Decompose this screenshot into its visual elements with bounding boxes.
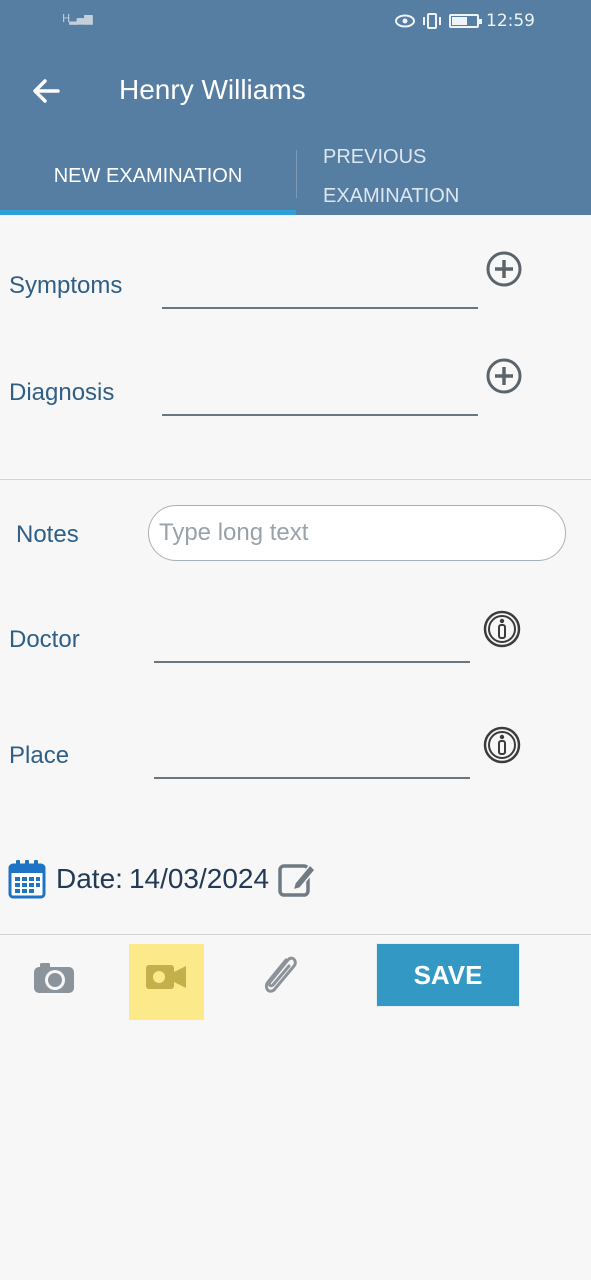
- place-field[interactable]: [154, 777, 470, 779]
- back-arrow-icon[interactable]: [28, 72, 68, 112]
- edit-date-icon[interactable]: [277, 859, 317, 899]
- status-bar: H▂▄▆ 12:59: [0, 0, 591, 46]
- signal-icon: H▂▄▆: [62, 12, 93, 25]
- status-time: 12:59: [486, 11, 535, 31]
- page-title: Henry Williams: [119, 74, 306, 105]
- doctor-info-icon[interactable]: [482, 609, 522, 649]
- notes-input[interactable]: [148, 505, 566, 561]
- tab-new-examination[interactable]: NEW EXAMINATION: [0, 140, 296, 212]
- camera-icon[interactable]: [29, 952, 79, 1002]
- video-camera-icon[interactable]: [141, 952, 191, 1002]
- save-button[interactable]: SAVE: [376, 943, 520, 1007]
- tab-label: NEW EXAMINATION: [53, 164, 243, 187]
- add-symptom-plus-icon[interactable]: [484, 249, 524, 289]
- vibrate-icon: [423, 13, 441, 29]
- tab-previous-examination[interactable]: PREVIOUS EXAMINATION: [298, 138, 498, 210]
- toolbar-divider: [0, 934, 591, 935]
- symptoms-field[interactable]: [162, 307, 478, 309]
- battery-icon: [449, 14, 482, 28]
- date-label: Date:: [56, 863, 123, 894]
- place-label: Place: [9, 742, 70, 769]
- signal-type: H: [62, 12, 70, 25]
- doctor-label: Doctor: [9, 626, 80, 653]
- diagnosis-label: Diagnosis: [9, 379, 115, 406]
- section-divider: [0, 479, 591, 480]
- tab-label: PREVIOUS EXAMINATION: [323, 146, 460, 207]
- date-row: Date: 14/03/2024: [8, 856, 317, 902]
- status-icons: 12:59: [395, 11, 535, 31]
- add-diagnosis-plus-icon[interactable]: [484, 356, 524, 396]
- place-info-icon[interactable]: [482, 725, 522, 765]
- tab-divider: [296, 150, 297, 198]
- paperclip-icon[interactable]: [254, 950, 304, 1000]
- notes-label: Notes: [16, 521, 79, 548]
- tab-active-indicator: [0, 210, 296, 215]
- eye-icon: [395, 14, 415, 28]
- date-value: 14/03/2024: [128, 863, 270, 894]
- diagnosis-field[interactable]: [162, 414, 478, 416]
- symptoms-label: Symptoms: [9, 272, 123, 299]
- doctor-field[interactable]: [154, 661, 470, 663]
- calendar-icon: [8, 860, 46, 899]
